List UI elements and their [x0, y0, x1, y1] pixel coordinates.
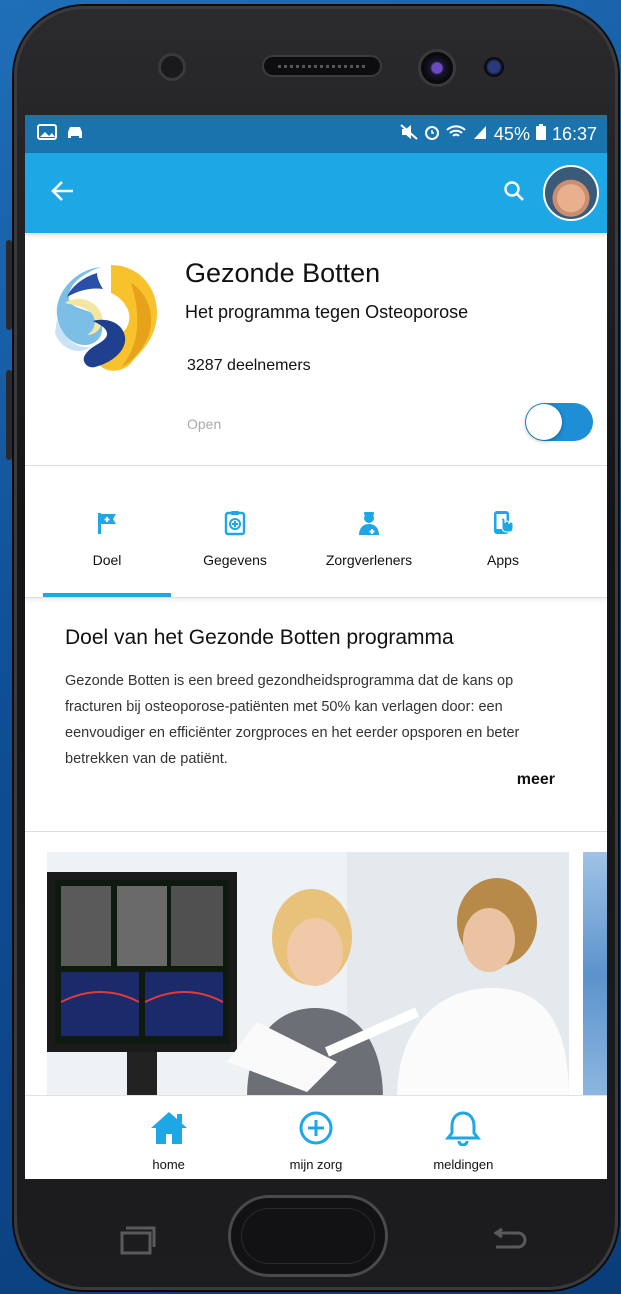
- flag-icon: [94, 510, 120, 536]
- program-logo: [51, 263, 159, 371]
- tab-gegevens[interactable]: Gegevens: [171, 466, 299, 597]
- tab-doel[interactable]: Doel: [43, 466, 171, 597]
- front-camera-icon: [418, 49, 456, 87]
- app-bar: [25, 153, 607, 233]
- nav-mijn-zorg[interactable]: mijn zorg: [261, 1096, 371, 1179]
- goal-heading: Doel van het Gezonde Botten programma: [65, 626, 454, 649]
- status-bar: 45% 16:37: [25, 115, 607, 153]
- bell-icon: [445, 1110, 482, 1151]
- sensor-icon: [158, 53, 186, 81]
- gallery-icon: [37, 123, 57, 145]
- more-link[interactable]: meer: [517, 771, 555, 789]
- doctor-icon: [356, 510, 382, 536]
- nav-label: mijn zorg: [289, 1157, 343, 1172]
- image-carousel[interactable]: [25, 832, 607, 1098]
- recent-apps-icon[interactable]: [118, 1225, 156, 1260]
- consultation-photo: [47, 852, 569, 1098]
- alarm-icon: [424, 124, 440, 145]
- tab-apps[interactable]: Apps: [439, 466, 567, 597]
- app-screen: 45% 16:37 Gezonde Botten Het programma t…: [25, 115, 607, 1179]
- signal-icon: [472, 124, 488, 145]
- open-label: Open: [187, 416, 222, 432]
- battery-percent: 45%: [493, 123, 530, 144]
- tab-label: Zorgverleners: [325, 552, 413, 568]
- plus-circle-icon: [297, 1110, 335, 1151]
- goal-description: Gezonde Botten is een breed gezondheidsp…: [65, 673, 520, 767]
- tab-zorgverleners[interactable]: Zorgverleners: [299, 466, 439, 597]
- tab-label: Gegevens: [203, 552, 267, 568]
- nav-label: meldingen: [433, 1157, 494, 1172]
- volume-button: [6, 240, 12, 330]
- open-toggle[interactable]: [525, 403, 593, 441]
- phone-touch-icon: [490, 510, 516, 536]
- tab-bar: Doel Gegevens Zorgverleners Apps: [25, 466, 607, 598]
- nav-home[interactable]: home: [114, 1096, 224, 1179]
- wifi-icon: [446, 124, 466, 145]
- back-arrow-icon[interactable]: [51, 180, 75, 207]
- power-button: [6, 370, 12, 460]
- avatar[interactable]: [543, 165, 599, 221]
- program-title: Gezonde Botten: [185, 258, 381, 288]
- goal-section: Doel van het Gezonde Botten programma Ge…: [25, 598, 607, 832]
- battery-icon: [535, 123, 546, 145]
- home-icon: [149, 1110, 189, 1151]
- member-count: 3287 deelnemers: [187, 357, 311, 374]
- nav-meldingen[interactable]: meldingen: [408, 1096, 518, 1179]
- home-button[interactable]: [228, 1195, 388, 1277]
- search-icon[interactable]: [503, 180, 525, 207]
- next-photo-preview: [583, 852, 607, 1098]
- earpiece-speaker: [262, 55, 382, 77]
- mute-icon: [400, 123, 418, 145]
- bottom-navigation: home mijn zorg meldingen: [25, 1095, 607, 1179]
- car-mode-icon: [65, 124, 85, 145]
- nav-label: home: [152, 1157, 185, 1172]
- tab-label: Apps: [487, 552, 519, 568]
- program-subtitle: Het programma tegen Osteoporose: [185, 302, 469, 322]
- clipboard-icon: [222, 510, 248, 536]
- toggle-knob: [526, 404, 562, 440]
- clock: 16:37: [551, 123, 597, 144]
- back-key-icon[interactable]: [488, 1225, 528, 1260]
- iris-sensor-icon: [484, 57, 504, 77]
- program-header: Gezonde Botten Het programma tegen Osteo…: [25, 233, 607, 466]
- tab-label: Doel: [92, 552, 122, 568]
